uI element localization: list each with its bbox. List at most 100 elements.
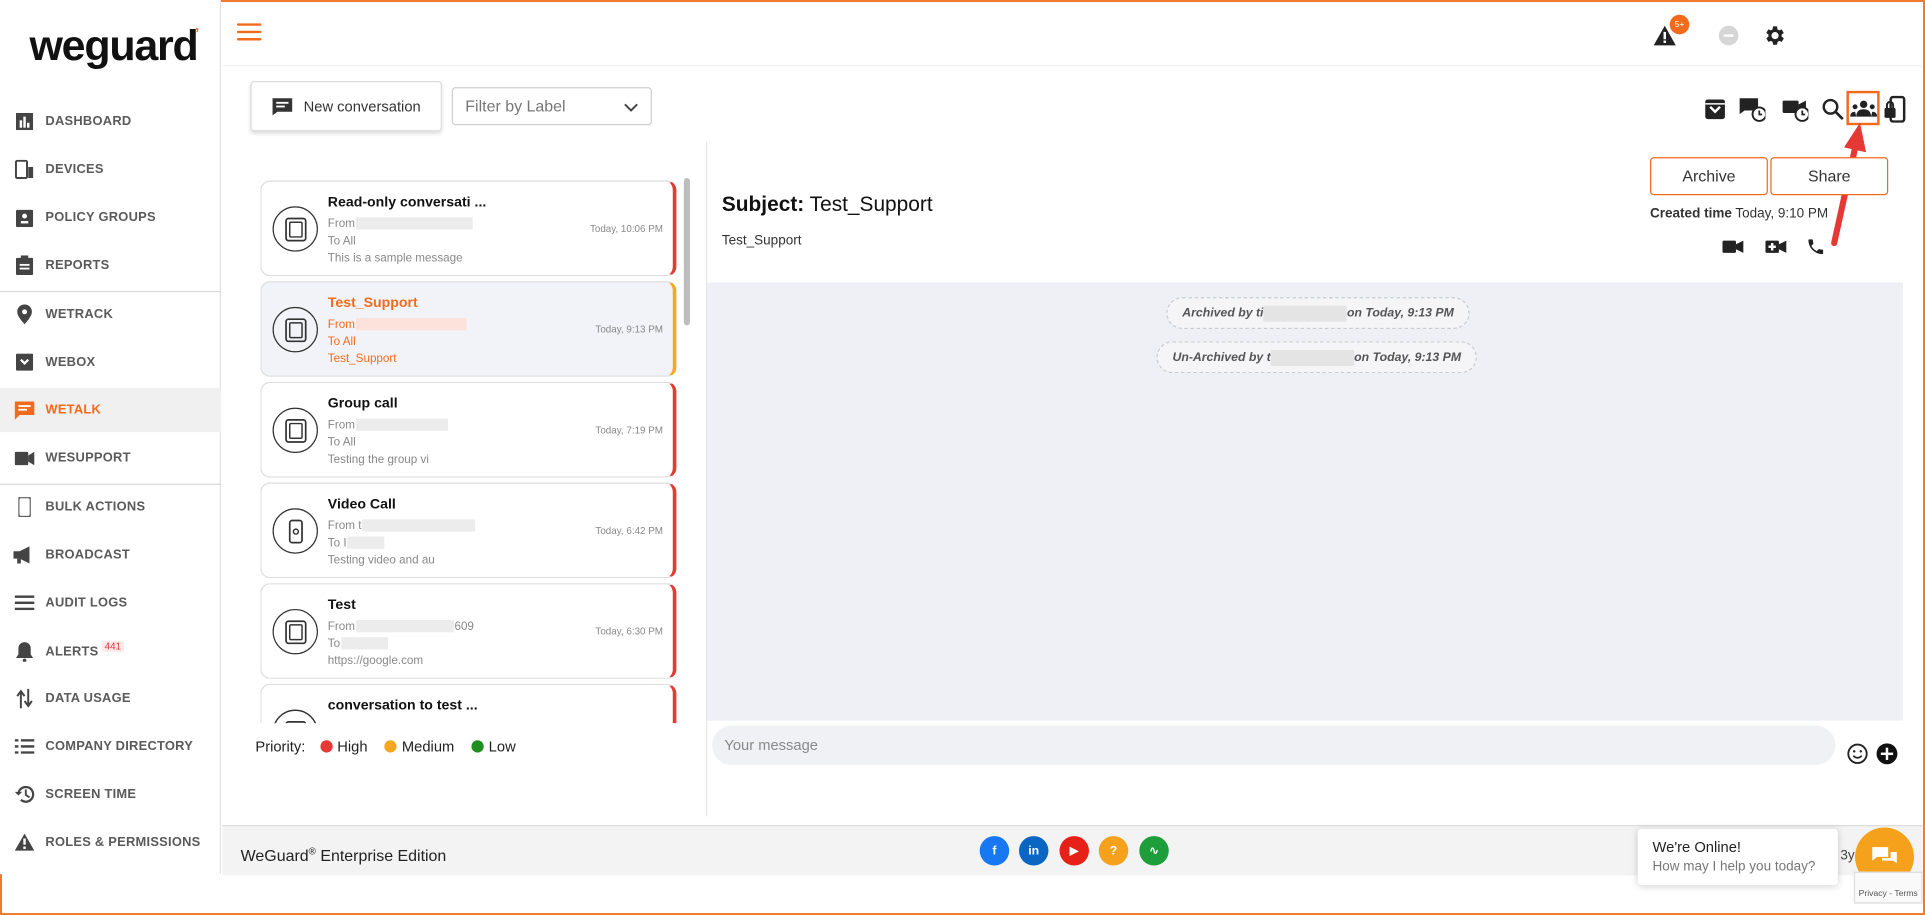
- message-thread[interactable]: Archived by ti on Today, 9:13 PM Un-Archi…: [707, 282, 1903, 721]
- clipboard-icon: [14, 254, 36, 276]
- message-input[interactable]: Your message: [712, 725, 1836, 765]
- created-time-value: Today, 9:10 PM: [1735, 206, 1829, 221]
- help-icon[interactable]: ?: [1098, 836, 1129, 866]
- share-button[interactable]: Share: [1770, 157, 1889, 196]
- new-conversation-label: New conversation: [303, 97, 421, 115]
- emoji-icon[interactable]: [1846, 743, 1868, 771]
- sidebar-item-label: WEBOX: [45, 354, 96, 370]
- conversation-to: To All: [327, 435, 356, 450]
- status-icon[interactable]: ∿: [1139, 836, 1169, 866]
- sidebar-item-company-directory[interactable]: COMPANY DIRECTORY: [0, 724, 221, 768]
- transfer-icon: [14, 688, 36, 710]
- event-archived-prefix: Archived by ti: [1182, 306, 1264, 320]
- subject-value: Test_Support: [809, 192, 933, 217]
- conversation-card[interactable]: Video Call From t To I Testing video and au…: [260, 482, 677, 579]
- conversation-subtitle: Test_Support: [721, 233, 802, 248]
- conversation-card[interactable]: Test From 609 To https://google.com Today, 6:…: [260, 583, 677, 679]
- subject-label: Subject:: [721, 192, 805, 217]
- alerts-count-badge: 441: [102, 640, 124, 652]
- footer-brand: WeGuard® Enterprise Edition: [240, 845, 447, 865]
- conversation-card[interactable]: Test_Support From To All Test_Support Today,…: [260, 281, 677, 377]
- chat-icon: [272, 97, 293, 115]
- chat-icon: [14, 399, 36, 421]
- conversation-preview: Testing video and au: [327, 553, 435, 568]
- lock-device-icon[interactable]: [1882, 95, 1909, 123]
- scheduled-video-icon[interactable]: [1781, 96, 1809, 123]
- priority-low-dot: [471, 740, 484, 753]
- chat-widget-subtitle: How may I help you today?: [1652, 859, 1816, 875]
- archive-button[interactable]: Archive: [1650, 157, 1768, 196]
- filter-by-label-select[interactable]: Filter by Label: [451, 87, 652, 126]
- conversation-title: Test: [327, 597, 356, 613]
- tablet-device-icon: [272, 407, 318, 454]
- menu-icon[interactable]: [236, 23, 262, 43]
- priority-high-label: High: [337, 737, 368, 756]
- history-icon: [14, 783, 36, 805]
- conversation-time: Today, 7:19 PM: [595, 424, 663, 436]
- conversation-time: Today, 9:13 PM: [595, 324, 663, 336]
- sidebar-item-reports[interactable]: REPORTS: [0, 243, 221, 287]
- devices-icon: [14, 158, 36, 180]
- status-offline-icon[interactable]: [1715, 22, 1742, 49]
- chat-widget-message[interactable]: We're Online! How may I help you today?: [1637, 828, 1838, 886]
- sidebar-item-label: ROLES & PERMISSIONS: [45, 834, 201, 850]
- sidebar-item-screen-time[interactable]: SCREEN TIME: [0, 772, 221, 816]
- priority-medium-label: Medium: [401, 737, 455, 756]
- priority-legend: Priority: High Medium Low: [255, 738, 515, 755]
- megaphone-icon: [13, 544, 36, 566]
- sidebar-item-bulk-actions[interactable]: BULK ACTIONS: [0, 485, 221, 529]
- conversation-list[interactable]: Read-only conversati ... From To All This i…: [253, 178, 690, 724]
- sidebar-item-label: DASHBOARD: [45, 114, 132, 129]
- list-icon: [14, 592, 36, 614]
- sidebar-item-label: SCREEN TIME: [45, 786, 137, 802]
- sidebar-divider: [0, 290, 221, 293]
- sidebar-item-wetrack[interactable]: WETRACK: [0, 292, 221, 336]
- message-input-placeholder: Your message: [724, 736, 818, 754]
- conversation-list-scrollbar[interactable]: [683, 178, 690, 326]
- conversation-title: conversation to test ...: [327, 698, 478, 714]
- recaptcha-badge[interactable]: Privacy - Terms: [1853, 871, 1923, 904]
- archive-box-icon[interactable]: [1702, 96, 1729, 123]
- conversation-to: To All: [327, 234, 356, 248]
- sidebar-item-policy-groups[interactable]: POLICY GROUPS: [0, 195, 221, 239]
- sidebar-item-devices[interactable]: DEVICES: [0, 147, 221, 191]
- created-time: Created time Today, 9:10 PM: [1650, 206, 1828, 221]
- footer-partial-text: 3y: [1840, 848, 1855, 864]
- attach-plus-icon[interactable]: [1876, 743, 1898, 771]
- add-video-call-icon[interactable]: [1765, 237, 1787, 257]
- video-call-icon[interactable]: [1722, 237, 1744, 257]
- settings-gear-icon[interactable]: [1761, 22, 1788, 49]
- linkedin-icon[interactable]: in: [1018, 836, 1049, 866]
- conversation-card[interactable]: Read-only conversati ... From To All This i…: [260, 180, 677, 277]
- sidebar-item-audit-logs[interactable]: AUDIT LOGS: [0, 581, 221, 625]
- sidebar-item-wetalk[interactable]: WETALK: [0, 387, 221, 433]
- sidebar-item-webox[interactable]: WEBOX: [0, 340, 221, 384]
- conversation-preview: This is a sample message: [327, 251, 463, 266]
- facebook-icon[interactable]: f: [979, 836, 1010, 866]
- conversation-from: From: [328, 318, 467, 331]
- sidebar-item-broadcast[interactable]: BROADCAST: [0, 533, 221, 577]
- sidebar-item-label: BROADCAST: [45, 547, 131, 563]
- redacted-name: [1263, 305, 1347, 322]
- download-box-icon: [14, 351, 36, 373]
- new-conversation-button[interactable]: New conversation: [250, 81, 442, 132]
- scheduled-message-icon[interactable]: [1738, 96, 1766, 123]
- sidebar-item-roles-permissions[interactable]: ROLES & PERMISSIONS: [0, 820, 221, 864]
- conversation-title: Test_Support: [327, 295, 418, 311]
- priority-medium-dot: [384, 740, 397, 753]
- conversation-to: To All: [327, 335, 356, 349]
- sidebar-item-data-usage[interactable]: DATA USAGE: [0, 676, 221, 720]
- search-icon[interactable]: [1819, 96, 1846, 123]
- directory-icon: [14, 735, 36, 757]
- conversation-to: To: [328, 637, 389, 651]
- sidebar-item-alerts[interactable]: ALERTS 441: [0, 630, 221, 674]
- conversation-card[interactable]: Group call From To All Testing the group vi…: [260, 381, 677, 478]
- sidebar-item-dashboard[interactable]: DASHBOARD: [0, 99, 221, 143]
- youtube-icon[interactable]: ▶: [1059, 836, 1089, 866]
- sidebar-item-wesupport[interactable]: WESUPPORT: [0, 436, 221, 480]
- redacted-name: [1270, 349, 1355, 366]
- chat-widget-title: We're Online!: [1652, 838, 1742, 856]
- conversation-card[interactable]: conversation to test ...: [260, 683, 677, 724]
- bell-icon: [14, 641, 36, 663]
- phone-call-icon[interactable]: [1805, 237, 1827, 257]
